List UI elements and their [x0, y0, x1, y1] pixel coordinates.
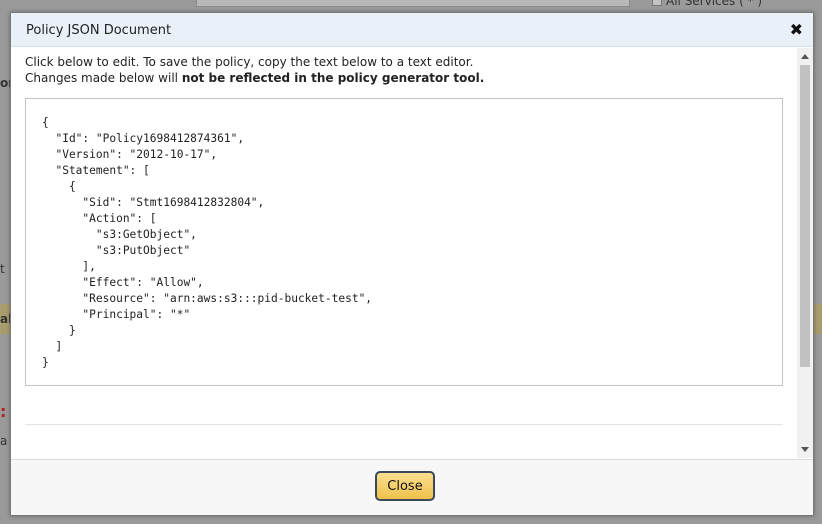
background-text-fragment: : — [0, 402, 7, 421]
policy-line: ], — [42, 260, 96, 273]
policy-json-dialog: Policy JSON Document ✖ Click below to ed… — [10, 12, 814, 516]
dialog-content: Click below to edit. To save the policy,… — [11, 48, 797, 458]
policy-line: "Principal": "*" — [42, 308, 191, 321]
policy-line: "Statement": [ — [42, 164, 150, 177]
policy-line: "s3:PutObject" — [42, 244, 191, 257]
close-button[interactable]: Close — [375, 471, 435, 501]
dialog-footer: Close — [11, 459, 813, 515]
policy-line: "Sid": "Stmt1698412832804", — [42, 196, 265, 209]
scroll-up-arrow-icon[interactable] — [801, 54, 809, 59]
policy-line: "Version": "2012-10-17", — [42, 148, 218, 161]
policy-line: } — [42, 324, 76, 337]
instructions-line-1: Click below to edit. To save the policy,… — [25, 55, 474, 69]
content-divider — [25, 424, 783, 425]
dialog-title: Policy JSON Document — [26, 23, 172, 38]
policy-line: { — [42, 116, 49, 129]
dialog-header: Policy JSON Document ✖ — [11, 13, 813, 47]
scrollbar-thumb[interactable] — [800, 65, 810, 367]
policy-line: { — [42, 180, 76, 193]
policy-line: "s3:GetObject", — [42, 228, 197, 241]
policy-line: } — [42, 356, 49, 369]
background-checkbox — [652, 0, 662, 6]
instructions-line-2: Changes made below will not be reflected… — [25, 70, 484, 86]
scroll-down-arrow-icon[interactable] — [801, 447, 809, 452]
policy-line: "Effect": "Allow", — [42, 276, 204, 289]
policy-json-editor[interactable]: { "Id": "Policy1698412874361", "Version"… — [25, 98, 783, 386]
instructions: Click below to edit. To save the policy,… — [25, 54, 484, 86]
instructions-line-2-prefix: Changes made below will — [25, 71, 182, 85]
close-icon[interactable]: ✖ — [790, 21, 803, 39]
instructions-line-2-bold: not be reflected in the policy generator… — [181, 71, 485, 85]
background-services-label: All Services ( * ) — [666, 0, 763, 8]
policy-line: "Resource": "arn:aws:s3:::pid-bucket-tes… — [42, 292, 373, 305]
content-scrollbar[interactable] — [797, 48, 813, 458]
background-search-input — [196, 0, 630, 7]
policy-line: "Id": "Policy1698412874361", — [42, 132, 245, 145]
background-text-fragment: t — [0, 262, 5, 276]
background-text-fragment: a — [0, 434, 8, 448]
policy-line: ] — [42, 340, 63, 353]
policy-line: "Action": [ — [42, 212, 157, 225]
